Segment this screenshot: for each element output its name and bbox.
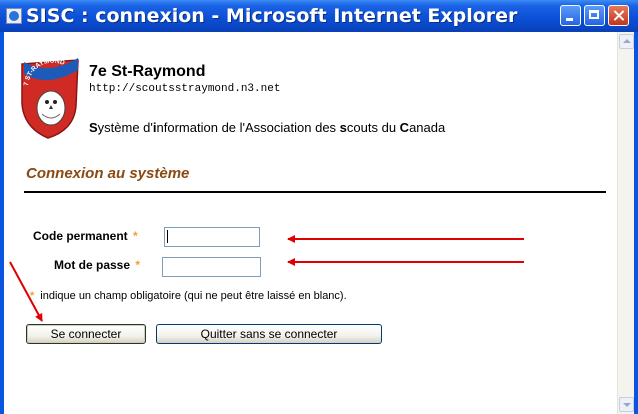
desc-part-4: anada [409,120,446,135]
window-title: SISC : connexion - Microsoft Internet Ex… [26,5,518,27]
browser-window: SISC : connexion - Microsoft Internet Ex… [0,0,638,414]
required-star: * [135,258,141,272]
scout-logo: 7 ST-RAYMOND [21,58,79,139]
section-title: Connexion au système [26,165,190,182]
text-cursor [167,230,168,243]
scroll-down-icon[interactable] [619,397,634,412]
initial-c: C [399,120,410,135]
login-button[interactable]: Se connecter [26,324,146,344]
maximize-button[interactable] [584,5,605,26]
section-divider [24,191,606,193]
scroll-up-icon[interactable] [619,34,634,49]
required-star: * [30,290,35,302]
desc-part-3: couts du [346,120,400,135]
minimize-button[interactable] [560,5,581,26]
code-label-text: Code permanent [33,229,128,243]
title-bar[interactable]: SISC : connexion - Microsoft Internet Ex… [0,0,638,32]
organization-name: 7e St-Raymond [89,63,206,80]
organization-url: http://scoutsstraymond.n3.net [89,83,281,95]
desc-part-1: ystème d' [97,120,153,135]
initial-s2: s [339,120,347,135]
required-star: * [133,229,138,243]
system-description: Système d'information de l'Association d… [89,120,445,135]
password-input[interactable] [162,257,261,277]
vertical-scrollbar[interactable] [617,32,634,414]
code-permanent-input[interactable] [164,227,260,247]
page-content: 7 ST-RAYMOND 7e St-Raymond http://scouts… [4,32,634,414]
required-hint: * indique un champ obligatoire (qui ne pe… [30,290,347,302]
password-label: Mot de passe * [54,258,140,272]
password-label-text: Mot de passe [54,258,131,272]
quit-button[interactable]: Quitter sans se connecter [156,324,382,344]
close-button[interactable] [608,5,629,26]
initial-s: S [89,120,98,135]
desc-part-2: nformation de l'Association des [156,120,340,135]
code-permanent-label: Code permanent * [33,229,138,243]
ie-page-icon [6,8,22,24]
required-hint-text: indique un champ obligatoire (qui ne peu… [40,290,347,302]
